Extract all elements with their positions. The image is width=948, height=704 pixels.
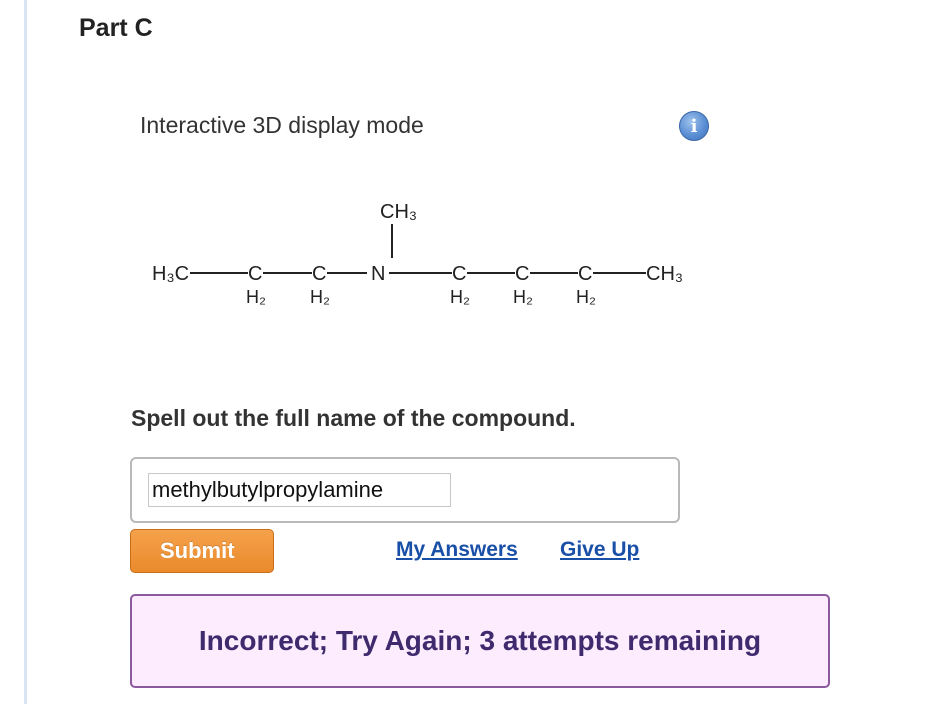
hydrogen-label: H₂ — [450, 287, 470, 307]
left-divider — [24, 0, 27, 704]
feedback-text: Incorrect; Try Again; 3 attempts remaini… — [198, 625, 762, 656]
chain-atom-c4: C — [515, 263, 529, 285]
left-terminal: H₃C — [152, 263, 189, 285]
display-mode-label[interactable]: Interactive 3D display mode — [140, 112, 424, 139]
branch-group: CH₃ — [380, 201, 417, 223]
give-up-link[interactable]: Give Up — [560, 538, 639, 562]
nitrogen-atom: N — [371, 263, 385, 285]
info-glyph: i — [690, 115, 698, 137]
chain-atom-c1: C — [248, 263, 262, 285]
my-answers-link[interactable]: My Answers — [396, 538, 518, 562]
part-title: Part C — [79, 14, 153, 42]
chain-atom-c5: C — [578, 263, 592, 285]
submit-button[interactable]: Submit — [130, 529, 274, 573]
chain-atom-c2: C — [312, 263, 326, 285]
hydrogen-label: H₂ — [513, 287, 533, 307]
info-icon[interactable]: i — [679, 111, 709, 141]
hydrogen-label: H₂ — [310, 287, 330, 307]
molecule-structure: CH₃ H₃C C C N C C C CH₃ H₂ H₂ H₂ H₂ H₂ — [152, 201, 683, 307]
hydrogen-label: H₂ — [246, 287, 266, 307]
chain-atom-c3: C — [452, 263, 466, 285]
question-prompt: Spell out the full name of the compound. — [131, 405, 576, 431]
hydrogen-label: H₂ — [576, 287, 596, 307]
answer-box — [130, 457, 680, 523]
right-terminal: CH₃ — [646, 263, 683, 285]
answer-input[interactable] — [148, 473, 451, 507]
feedback-message: Incorrect; Try Again; 3 attempts remaini… — [130, 594, 830, 688]
